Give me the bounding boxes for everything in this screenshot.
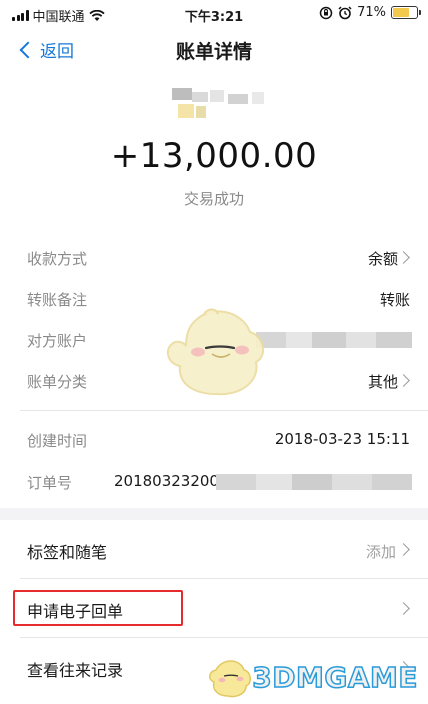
chevron-left-icon — [19, 41, 37, 59]
watermark-text: 3DMGAME — [252, 660, 419, 695]
chevron-right-icon — [397, 602, 410, 615]
highlight-box — [13, 590, 183, 626]
detail-row-order-number: 订单号 20180323200 — [0, 460, 428, 500]
order-number-blurred — [216, 474, 412, 490]
menu-item-label: 查看往来记录 — [27, 661, 124, 680]
battery-level — [393, 8, 410, 17]
divider — [20, 410, 428, 411]
detail-value: 余额 — [367, 250, 398, 268]
battery-icon — [391, 6, 421, 19]
tags-and-notes-item[interactable]: 标签和随笔 添加 — [0, 520, 428, 578]
chevron-right-icon — [397, 251, 410, 264]
status-right: 71% — [319, 5, 421, 20]
alarm-icon — [338, 5, 352, 19]
back-label: 返回 — [40, 42, 74, 62]
detail-value: 20180323200 — [114, 472, 219, 490]
counterparty-account-blurred — [256, 332, 412, 348]
detail-row-payment-method[interactable]: 收款方式 余额 — [0, 236, 428, 276]
transaction-status: 交易成功 — [183, 190, 244, 208]
menu-item-extra: 添加 — [365, 543, 396, 561]
detail-label: 收款方式 — [27, 250, 88, 268]
transaction-summary: +13,000.00 交易成功 — [0, 72, 428, 232]
chevron-right-icon — [397, 374, 410, 387]
transaction-amount: +13,000.00 — [110, 136, 318, 176]
detail-label: 订单号 — [27, 474, 73, 492]
payer-name-blurred — [168, 86, 266, 122]
mascot-watermark-icon — [166, 308, 265, 396]
detail-value: 2018-03-23 15:11 — [274, 430, 410, 448]
detail-label: 对方账户 — [27, 332, 88, 350]
detail-value: 其他 — [367, 373, 398, 391]
detail-label: 账单分类 — [27, 373, 88, 391]
orientation-lock-icon — [319, 6, 333, 19]
battery-percent: 71% — [357, 5, 386, 20]
back-button[interactable]: 返回 — [19, 37, 74, 62]
chevron-right-icon — [397, 543, 410, 556]
detail-value: 转账 — [379, 291, 410, 309]
nav-bar: 账单详情 返回 — [0, 28, 428, 72]
detail-label: 创建时间 — [27, 432, 88, 450]
detail-label: 转账备注 — [27, 291, 88, 309]
mascot-logo-icon — [209, 660, 252, 698]
site-watermark: 3DMGAME — [208, 656, 418, 698]
menu-item-label: 标签和随笔 — [27, 543, 108, 562]
detail-row-created-time: 创建时间 2018-03-23 15:11 — [0, 418, 428, 458]
status-bar: 中国联通 下午3:21 71% — [0, 0, 428, 28]
